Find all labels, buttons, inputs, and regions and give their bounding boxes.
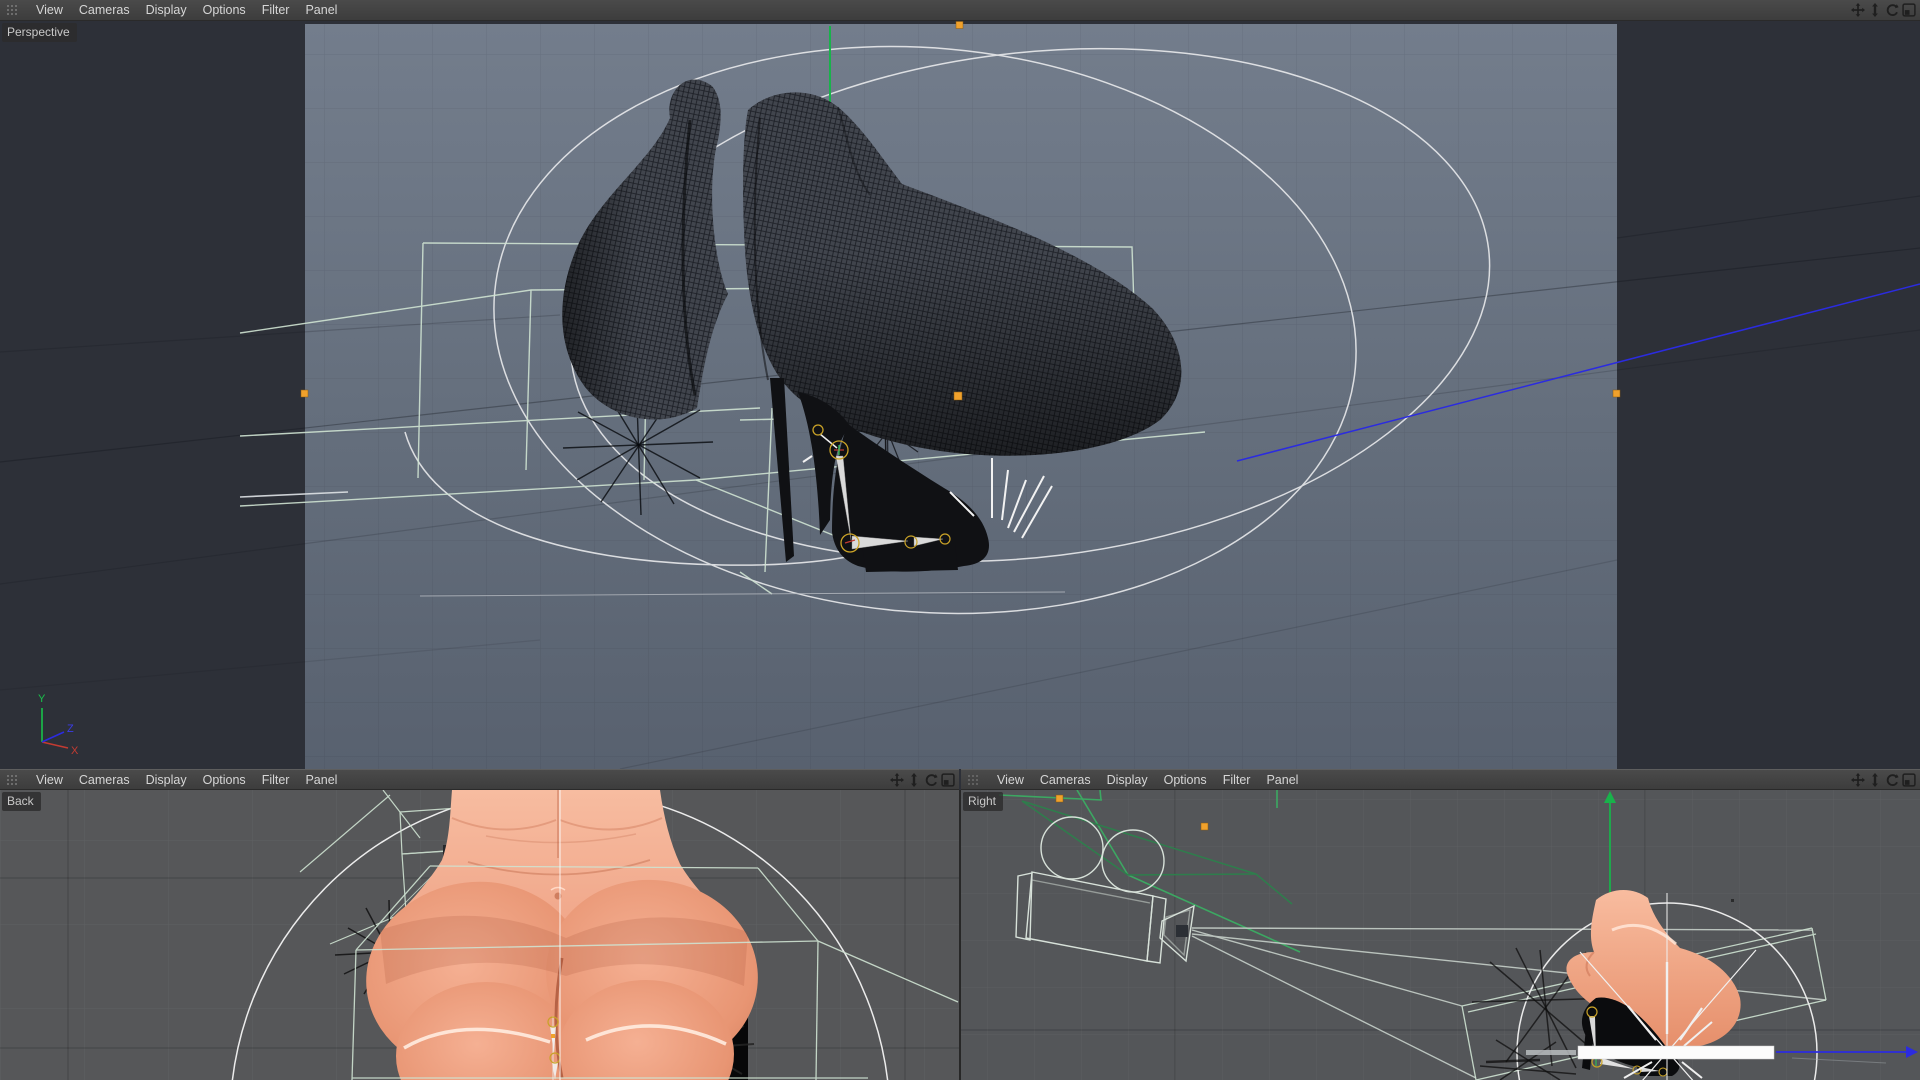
menu-filter[interactable]: Filter	[254, 3, 298, 17]
pan-icon[interactable]	[1851, 773, 1865, 787]
drag-handle-icon[interactable]	[6, 774, 20, 786]
axis-y-label: Y	[38, 693, 46, 705]
menu-display[interactable]: Display	[138, 773, 195, 787]
viewport-perspective[interactable]	[0, 21, 1920, 769]
viewport-label-back: Back	[2, 792, 41, 811]
menu-view[interactable]: View	[989, 773, 1032, 787]
menu-filter[interactable]: Filter	[1215, 773, 1259, 787]
menu-options[interactable]: Options	[195, 3, 254, 17]
axis-x-label: X	[71, 745, 79, 757]
perspective-scene	[0, 21, 1920, 769]
selection-handle[interactable]	[1056, 795, 1063, 802]
selected-plane-edge[interactable]	[1578, 1046, 1774, 1059]
menubar-right: View Cameras Display Options Filter Pane…	[961, 769, 1920, 790]
application-window: View Cameras Display Options Filter Pane…	[0, 0, 1920, 1080]
menu-panel[interactable]: Panel	[297, 773, 345, 787]
viewport-label-right: Right	[963, 792, 1003, 811]
menubar-back: View Cameras Display Options Filter Pane…	[0, 769, 959, 790]
viewport-right[interactable]	[961, 790, 1920, 1080]
dolly-icon[interactable]	[907, 773, 921, 787]
menu-filter[interactable]: Filter	[254, 773, 298, 787]
menu-cameras[interactable]: Cameras	[1032, 773, 1099, 787]
menu-panel[interactable]: Panel	[1258, 773, 1306, 787]
dolly-icon[interactable]	[1868, 773, 1882, 787]
maximize-icon[interactable]	[1902, 3, 1916, 17]
vertex-dot	[1731, 899, 1734, 902]
pan-icon[interactable]	[1851, 3, 1865, 17]
pan-icon[interactable]	[890, 773, 904, 787]
menu-view[interactable]: View	[28, 773, 71, 787]
menubar-perspective: View Cameras Display Options Filter Pane…	[0, 0, 1920, 21]
menu-display[interactable]: Display	[138, 3, 195, 17]
drag-handle-icon[interactable]	[967, 774, 981, 786]
dolly-icon[interactable]	[1868, 3, 1882, 17]
menu-panel[interactable]: Panel	[297, 3, 345, 17]
viewport-back[interactable]	[0, 790, 959, 1080]
rotate-icon[interactable]	[924, 773, 938, 787]
menu-cameras[interactable]: Cameras	[71, 773, 138, 787]
drag-handle-icon[interactable]	[6, 4, 20, 16]
back-scene	[0, 790, 959, 1080]
rotate-icon[interactable]	[1885, 773, 1899, 787]
axis-gizmo: Y X Z	[24, 690, 94, 760]
selection-handle[interactable]	[1201, 823, 1208, 830]
menu-cameras[interactable]: Cameras	[71, 3, 138, 17]
rotate-icon[interactable]	[1885, 3, 1899, 17]
menu-display[interactable]: Display	[1099, 773, 1156, 787]
menu-options[interactable]: Options	[1156, 773, 1215, 787]
viewport-divider[interactable]	[959, 790, 961, 1080]
viewport-label-perspective: Perspective	[2, 23, 77, 42]
maximize-icon[interactable]	[941, 773, 955, 787]
menu-options[interactable]: Options	[195, 773, 254, 787]
menu-view[interactable]: View	[28, 3, 71, 17]
axis-z-label: Z	[67, 723, 74, 735]
right-scene	[961, 790, 1920, 1080]
maximize-icon[interactable]	[1902, 773, 1916, 787]
plane-edge-gray	[1526, 1050, 1576, 1055]
